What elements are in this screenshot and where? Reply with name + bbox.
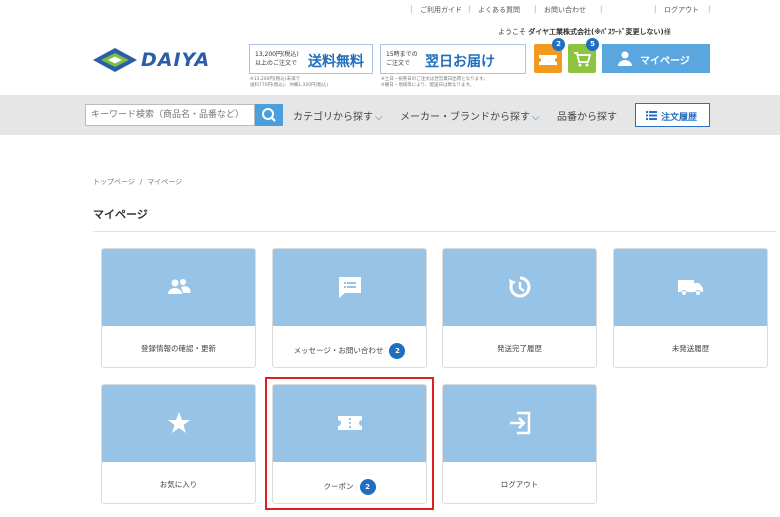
nav-part-number-label: 品番から探す: [557, 112, 617, 123]
card-label-text: お気に入り: [159, 480, 198, 489]
utility-nav: | ご利用ガイド | よくある質問 | お問い合わせ | | ログアウト |: [410, 4, 720, 18]
faq-link[interactable]: よくある質問: [478, 5, 520, 15]
separator: |: [708, 5, 711, 13]
message-icon: [339, 277, 361, 298]
search-input[interactable]: [85, 104, 255, 126]
card-header: [102, 385, 255, 462]
nav-category-label: カテゴリから探す: [293, 112, 373, 123]
card-label: お気に入り: [102, 479, 255, 490]
logout-link[interactable]: ログアウト: [664, 5, 699, 15]
separator: |: [654, 5, 657, 13]
card-header: [443, 249, 596, 326]
card-label-text: 登録情報の確認・更新: [141, 344, 216, 353]
nav-maker-label: メーカー・ブランドから探す: [400, 112, 530, 123]
order-history-label: 注文履歴: [661, 113, 698, 123]
card-header: [443, 385, 596, 462]
chevron-down-icon: ⌵: [532, 112, 540, 123]
welcome-message: ようこそ ダイヤ工業株式会社(※ﾊﾟｽﾜｰﾄﾞ変更しない)様: [498, 27, 671, 37]
nav-category[interactable]: カテゴリから探す ⌵: [293, 108, 383, 123]
site-logo[interactable]: DAIYA: [93, 48, 238, 72]
welcome-suffix: 様: [663, 28, 671, 36]
banner-note: ※曜日・地域等により、配送日は異なります。: [381, 83, 475, 88]
breadcrumb: トップページ / マイページ: [93, 177, 182, 187]
card-shipped-history[interactable]: 発送完了履歴: [442, 248, 597, 368]
banner-text: ご注文で: [386, 60, 411, 67]
nav-maker[interactable]: メーカー・ブランドから探す ⌵: [400, 108, 540, 123]
card-label: ログアウト: [443, 479, 596, 490]
list-icon: [646, 111, 657, 120]
diamond-logo-icon: [93, 48, 137, 72]
banner-text: 13,200円(税込): [255, 51, 299, 58]
truck-icon: [678, 280, 703, 296]
card-account-info[interactable]: 登録情報の確認・更新: [101, 248, 256, 368]
card-label-text: ログアウト: [500, 480, 539, 489]
cart-count-badge: 5: [586, 38, 599, 51]
welcome-prefix: ようこそ: [498, 28, 526, 36]
separator: |: [468, 5, 471, 13]
separator: |: [410, 5, 413, 13]
page-title: マイページ: [93, 208, 148, 221]
contact-link[interactable]: お問い合わせ: [544, 5, 586, 15]
separator: |: [600, 5, 603, 13]
banner-note: 送料770円(税込)、沖縄1,320円(税込): [250, 83, 328, 88]
card-label: 未発送履歴: [614, 343, 767, 354]
title-divider: [93, 231, 776, 232]
guide-link[interactable]: ご利用ガイド: [420, 5, 462, 15]
breadcrumb-separator: /: [139, 178, 143, 186]
card-label: 発送完了履歴: [443, 343, 596, 354]
coupon-highlight-box: [265, 377, 434, 510]
card-label-text: 未発送履歴: [671, 344, 710, 353]
mypage-button[interactable]: マイページ: [602, 44, 710, 73]
card-label-text: 発送完了履歴: [497, 344, 542, 353]
banner-headline: 送料無料: [308, 54, 364, 70]
cart-button[interactable]: 5: [568, 38, 599, 73]
logo-text: DAIYA: [141, 49, 211, 71]
card-favorites[interactable]: お気に入り: [101, 384, 256, 504]
coupon-button[interactable]: 2: [534, 38, 565, 73]
card-header: [102, 249, 255, 326]
history-icon: [509, 276, 531, 298]
card-header: [614, 249, 767, 326]
search-button[interactable]: [255, 104, 283, 126]
search-icon: [262, 108, 276, 122]
chevron-down-icon: ⌵: [375, 112, 383, 123]
breadcrumb-current: マイページ: [147, 178, 183, 186]
coupon-count-badge: 2: [552, 38, 565, 51]
separator: |: [534, 5, 537, 13]
customer-name: ダイヤ工業株式会社(※ﾊﾟｽﾜｰﾄﾞ変更しない): [528, 28, 664, 36]
banner-text: 15時までの: [386, 51, 418, 58]
card-messages[interactable]: メッセージ・お問い合わせ 2: [272, 248, 427, 368]
order-history-button[interactable]: 注文履歴: [635, 103, 710, 127]
banner-text: 以上のご注文で: [255, 60, 298, 67]
banner-headline: 翌日お届け: [425, 54, 495, 70]
users-icon: [168, 279, 191, 294]
mypage-button-label: マイページ: [640, 56, 690, 67]
message-count-badge: 2: [389, 343, 406, 359]
card-label: 登録情報の確認・更新: [102, 343, 255, 354]
card-label-text: メッセージ・お問い合わせ: [293, 346, 384, 355]
nav-part-number[interactable]: 品番から探す: [557, 108, 617, 123]
card-logout[interactable]: ログアウト: [442, 384, 597, 504]
star-icon: [168, 412, 190, 433]
breadcrumb-top[interactable]: トップページ: [93, 178, 135, 186]
next-day-banner: 15時までの ご注文で 翌日お届け: [380, 44, 526, 74]
user-icon: [618, 51, 632, 66]
logout-icon: [510, 411, 531, 435]
card-unshipped-history[interactable]: 未発送履歴: [613, 248, 768, 368]
card-header: [273, 249, 426, 326]
card-label: メッセージ・お問い合わせ 2: [273, 343, 426, 359]
free-shipping-banner: 13,200円(税込) 以上のご注文で 送料無料: [249, 44, 373, 74]
